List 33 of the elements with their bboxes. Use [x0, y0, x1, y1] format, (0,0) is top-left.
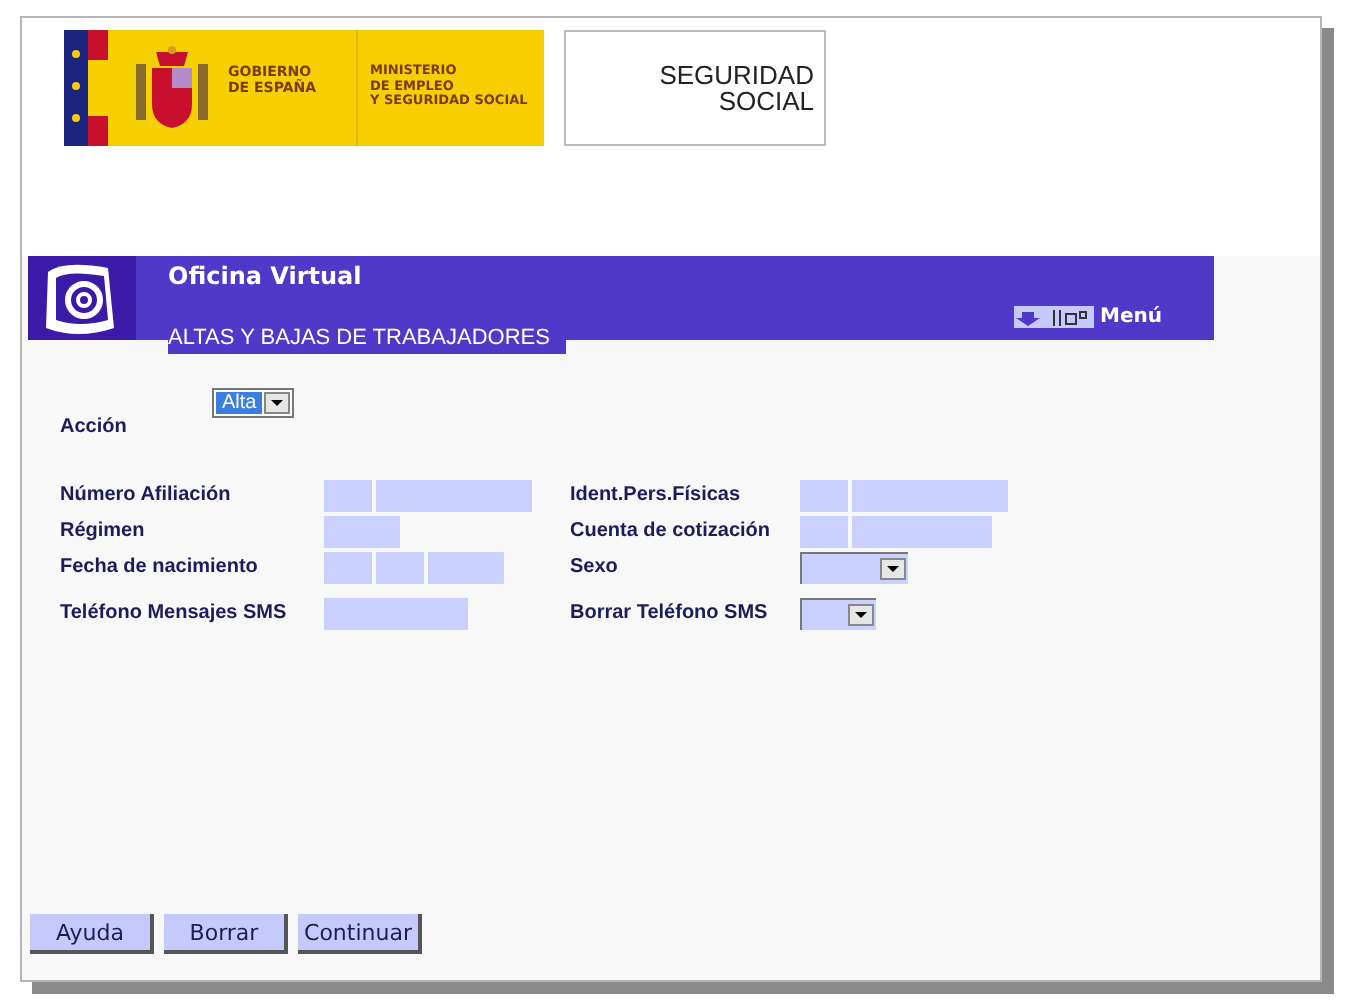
- input-field[interactable]: [428, 551, 504, 583]
- field-label: Teléfono Mensajes SMS: [60, 602, 289, 624]
- page-title: Oficina Virtual: [168, 262, 362, 290]
- field-label: Ident.Pers.Físicas: [570, 484, 743, 506]
- form-button[interactable]: Continuar: [298, 914, 422, 954]
- field-label: Cuenta de cotización: [570, 520, 773, 542]
- field-label: Acción: [60, 416, 129, 438]
- caret-icon: [848, 603, 874, 625]
- input-field[interactable]: [324, 515, 400, 547]
- section-title: ALTAS Y BAJAS DE TRABAJADORES: [168, 324, 566, 354]
- form-button[interactable]: Borrar: [164, 914, 288, 954]
- input-field[interactable]: [376, 551, 424, 583]
- input-field[interactable]: [800, 515, 848, 547]
- input-field[interactable]: [852, 515, 992, 547]
- input-field[interactable]: [324, 551, 372, 583]
- input-field[interactable]: [324, 597, 468, 629]
- caret-icon: [264, 392, 291, 414]
- field-label: Borrar Teléfono SMS: [570, 602, 770, 624]
- action-dropdown[interactable]: Alta: [212, 388, 295, 418]
- form-button[interactable]: Ayuda: [30, 914, 154, 954]
- field-label: Fecha de nacimiento: [60, 556, 260, 578]
- dropdown-field[interactable]: [800, 597, 876, 629]
- caret-icon: [880, 557, 906, 579]
- input-field[interactable]: [852, 479, 1008, 511]
- field-label: Régimen: [60, 520, 147, 542]
- agency-logo: SEGURIDAD SOCIAL: [564, 30, 826, 146]
- coat-of-arms-icon: [132, 44, 212, 132]
- input-field[interactable]: [324, 479, 372, 511]
- dropdown-field[interactable]: [800, 551, 908, 583]
- input-field[interactable]: [376, 479, 532, 511]
- field-label: Número Afiliación: [60, 484, 233, 506]
- field-label: Sexo: [570, 556, 620, 578]
- input-field[interactable]: [800, 479, 848, 511]
